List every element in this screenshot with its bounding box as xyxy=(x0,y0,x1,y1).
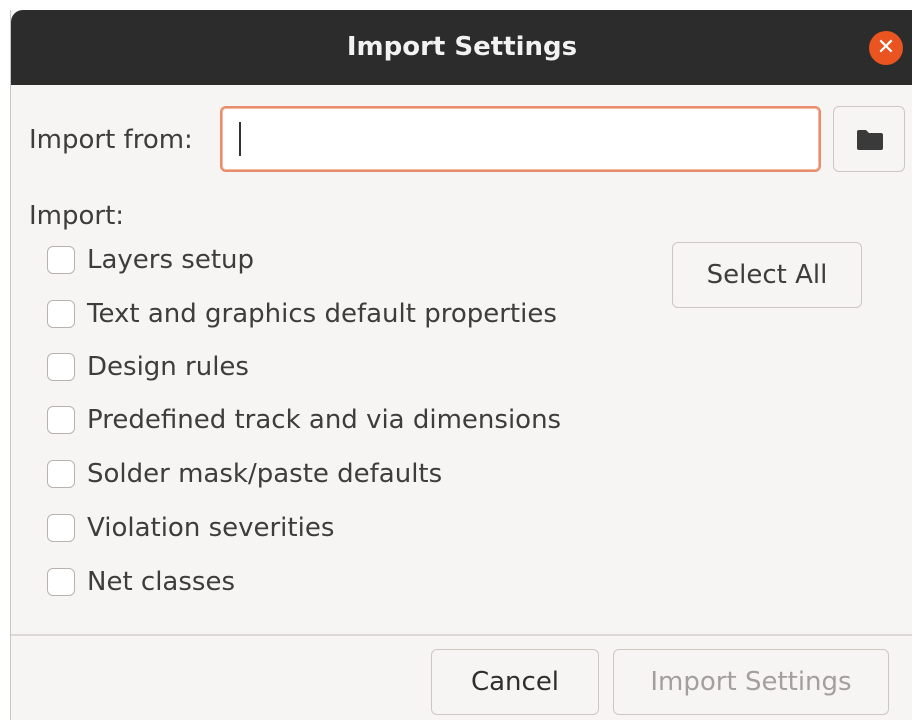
checkbox-design-rules[interactable] xyxy=(47,353,75,381)
option-label: Predefined track and via dimensions xyxy=(87,405,562,435)
option-layers-setup[interactable]: Layers setup xyxy=(47,240,254,280)
option-label: Design rules xyxy=(87,352,249,382)
folder-icon xyxy=(857,130,883,150)
browse-button[interactable] xyxy=(833,106,905,172)
import-settings-dialog: Import Settings ✕ Import from: Import: L… xyxy=(10,10,912,720)
dialog-title: Import Settings xyxy=(346,32,578,62)
checkbox-solder-mask-paste[interactable] xyxy=(47,460,75,488)
close-button[interactable]: ✕ xyxy=(869,31,903,65)
select-all-button[interactable]: Select All xyxy=(672,242,862,308)
option-label: Net classes xyxy=(87,567,235,597)
option-label: Solder mask/paste defaults xyxy=(87,459,443,489)
option-label: Layers setup xyxy=(87,245,255,275)
option-solder-mask-paste[interactable]: Solder mask/paste defaults xyxy=(47,454,442,494)
import-settings-button[interactable]: Import Settings xyxy=(613,649,889,715)
close-icon: ✕ xyxy=(876,35,896,60)
text-cursor xyxy=(239,122,241,156)
import-from-label: Import from: xyxy=(29,125,193,155)
checkbox-text-graphics-defaults[interactable] xyxy=(47,300,75,328)
option-track-via-dimensions[interactable]: Predefined track and via dimensions xyxy=(47,400,561,440)
option-design-rules[interactable]: Design rules xyxy=(47,347,249,387)
option-violation-severities[interactable]: Violation severities xyxy=(47,508,334,548)
option-text-graphics-defaults[interactable]: Text and graphics default properties xyxy=(47,294,557,334)
titlebar: Import Settings ✕ xyxy=(11,10,912,85)
checkbox-net-classes[interactable] xyxy=(47,568,75,596)
import-section-label: Import: xyxy=(29,201,125,231)
cancel-button[interactable]: Cancel xyxy=(431,649,599,715)
checkbox-violation-severities[interactable] xyxy=(47,514,75,542)
checkbox-track-via-dimensions[interactable] xyxy=(47,406,75,434)
option-label: Violation severities xyxy=(87,513,335,543)
option-label: Text and graphics default properties xyxy=(87,299,557,329)
import-from-input[interactable] xyxy=(220,106,821,172)
option-net-classes[interactable]: Net classes xyxy=(47,562,235,602)
footer-separator xyxy=(11,634,912,636)
checkbox-layers-setup[interactable] xyxy=(47,246,75,274)
